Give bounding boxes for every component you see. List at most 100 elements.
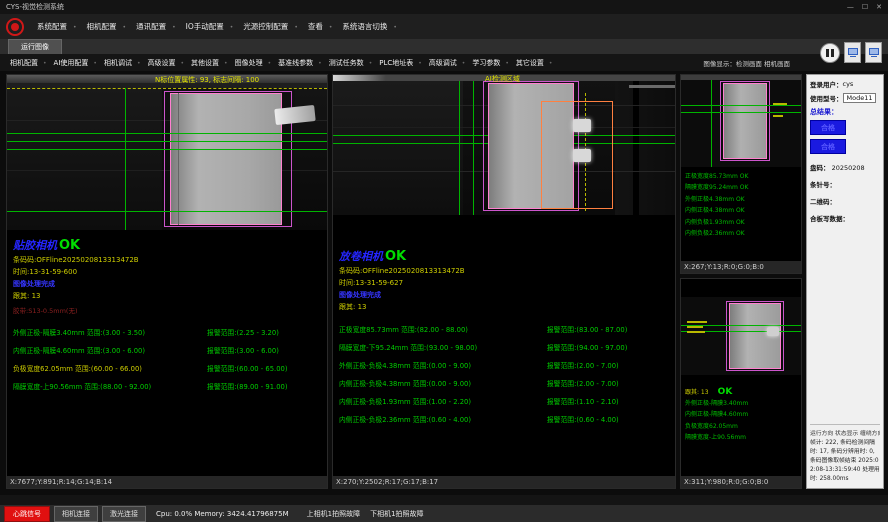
- result-ok-badge: OK: [385, 249, 406, 264]
- field-label: 盘码：: [810, 164, 830, 172]
- process-status-line: 图像处理完成: [13, 279, 321, 289]
- alarm-range: 报警范围:(2.00 - 7.00): [547, 360, 669, 370]
- menu-item[interactable]: 系统语言切换: [339, 19, 400, 34]
- menu-item[interactable]: 查看: [305, 19, 336, 34]
- total-result-label: 总结果：: [810, 107, 880, 117]
- thumb-measure-line: 外侧正极4.38mm OK: [685, 194, 797, 205]
- toolbar-item[interactable]: PLC地址表: [377, 57, 424, 69]
- tab-connector: [767, 327, 779, 336]
- yellow-marker: [773, 103, 787, 105]
- yellow-marker: [773, 115, 783, 117]
- toolbar-item[interactable]: 学习参数: [470, 57, 511, 69]
- sidebar-field: 合板写数据：: [810, 213, 880, 223]
- monitor-icon: [869, 48, 879, 55]
- measurement-value: 隔膜宽度-下95.24mm 范围:(93.00 - 98.00): [339, 342, 547, 352]
- toolbar-item[interactable]: 相机配置: [8, 57, 49, 69]
- thumb-image-1: [681, 75, 801, 167]
- machine-gap: [633, 81, 639, 215]
- count-line: 跟其: 13: [13, 291, 321, 301]
- tab-strip: 运行图像: [0, 39, 888, 54]
- toolbar-item[interactable]: 高级调试: [427, 57, 468, 69]
- alarm-range: 报警范围:(60.00 - 65.00): [207, 363, 321, 373]
- result-ok-badge: OK: [718, 387, 733, 397]
- thumb-measure-line: 隔膜宽度95.24mm OK: [685, 182, 797, 193]
- yellow-marker: [687, 321, 707, 323]
- green-measure-line: [7, 141, 327, 142]
- menu-item[interactable]: 光源控制配置: [240, 19, 301, 34]
- thumbnail-view-2[interactable]: 跟其: 13 OK 外侧正极-隔膜3.40mm内侧正极-隔膜4.60mm负极宽度…: [680, 278, 802, 489]
- measurement-row: 内侧正极-隔膜4.60mm 范围:(3.00 - 6.00) 报警范围:(3.0…: [13, 345, 321, 355]
- toolbar-item[interactable]: 其他设置: [189, 57, 230, 69]
- thumb-measure-lines: 正极宽度85.73mm OK隔膜宽度95.24mm OK外侧正极4.38mm O…: [681, 167, 801, 261]
- machine-rail: [681, 75, 801, 80]
- model-select[interactable]: Mode11: [843, 93, 877, 103]
- toolbar-item[interactable]: 其它设置: [514, 57, 555, 69]
- green-guide-line: [125, 88, 126, 230]
- measurement-value: 外侧正极-隔膜3.40mm 范围:(3.00 - 3.50): [13, 327, 207, 337]
- toolbar-item[interactable]: 基准线参数: [276, 57, 324, 69]
- alarm-range: 报警范围:(2.25 - 3.20): [207, 327, 321, 337]
- top-icon-buttons: [820, 42, 882, 63]
- menu-item[interactable]: IO手动配置: [183, 19, 237, 34]
- maximize-button[interactable]: ☐: [862, 3, 868, 11]
- camera-title: 放卷相机: [339, 250, 383, 263]
- app-logo-icon: [6, 18, 24, 36]
- menu-item[interactable]: 相机配置: [84, 19, 130, 34]
- green-guide-line: [473, 81, 474, 215]
- measurement-row: 内侧正极-负极1.93mm 范围:(1.00 - 2.20) 报警范围:(1.1…: [339, 396, 669, 406]
- menu-item[interactable]: 通讯配置: [133, 19, 179, 34]
- thumb-measure-line: 外侧正极-隔膜3.40mm: [685, 398, 797, 409]
- menu-item[interactable]: 系统配置: [34, 19, 80, 34]
- result-text-right: 放卷相机OK 条码码:OFFline2025020813313472B 时间:1…: [333, 215, 675, 476]
- camera-connect-button[interactable]: 相机连接: [54, 506, 98, 522]
- tab-run-image[interactable]: 运行图像: [8, 39, 62, 54]
- toolbar-item[interactable]: 测试任务数: [327, 57, 375, 69]
- battery-cell-region: [170, 93, 282, 225]
- thumbnail-view-1[interactable]: 正极宽度85.73mm OK隔膜宽度95.24mm OK外侧正极4.38mm O…: [680, 74, 802, 274]
- green-measure-line: [681, 112, 801, 113]
- thumb-measure-line: 正极宽度85.73mm OK: [685, 171, 797, 182]
- pixel-coordinate-bar: X:267;Y:13;R:0;G:0;B:0: [681, 261, 801, 273]
- toolbar-item[interactable]: AI使用配置: [52, 57, 99, 69]
- close-button[interactable]: ✕: [876, 3, 882, 11]
- thumb-measure-line: 内侧正极4.38mm OK: [685, 205, 797, 216]
- green-measure-line: [7, 149, 327, 150]
- result-box: 合格: [810, 120, 846, 135]
- toolbar-item[interactable]: 图像处理: [233, 57, 274, 69]
- measurement-value: 内侧正极-负极1.93mm 范围:(1.00 - 2.20): [339, 396, 547, 406]
- toolbar-item[interactable]: 高级设置: [146, 57, 187, 69]
- pause-button[interactable]: [820, 43, 840, 63]
- view-mode-label: 图像显示：检测画面 相机画面: [703, 58, 790, 68]
- stats-header: 运行方向 状态显示 缠绕方向: [810, 428, 880, 437]
- result-text-left: 贴胶相机OK 条码码:OFFline2025020813313472B 时间:1…: [7, 230, 327, 476]
- thumb-measure-line: 隔膜宽度-上90.56mm: [685, 432, 797, 443]
- heartbeat-button[interactable]: 心跳信号: [4, 506, 50, 522]
- yellow-marker: [687, 331, 705, 333]
- camera-view-left[interactable]: N标位置属性: 93, 标志间隔: 100: [7, 75, 327, 230]
- window-title: CYS-视觉检测系统: [6, 2, 64, 12]
- battery-cell-region: [723, 83, 767, 159]
- sidebar-field: 盘码： 20250208: [810, 162, 880, 172]
- minimize-button[interactable]: —: [847, 3, 854, 11]
- camera-view-1-button[interactable]: [844, 42, 861, 63]
- green-guide-line: [711, 80, 712, 167]
- app-window: CYS-视觉检测系统 — ☐ ✕ 系统配置相机配置通讯配置IO手动配置光源控制配…: [0, 0, 888, 522]
- thumb-measure-line: 负极宽度62.05mm: [685, 421, 797, 432]
- laser-connect-button[interactable]: 激光连接: [102, 506, 146, 522]
- count-line: 跟其: 13: [339, 302, 669, 312]
- camera-view-2-button[interactable]: [865, 42, 882, 63]
- monitor-icon: [848, 48, 858, 55]
- warning-lower-camera: 下相机1拍照故障: [370, 509, 423, 519]
- measurement-row: 正极宽度85.73mm 范围:(82.00 - 88.00) 报警范围:(83.…: [339, 324, 669, 334]
- toolbar-item[interactable]: 相机调试: [102, 57, 143, 69]
- title-bar: CYS-视觉检测系统 — ☐ ✕: [0, 0, 888, 14]
- cell-edge-line: [178, 93, 179, 225]
- alarm-range: 报警范围:(1.10 - 2.10): [547, 396, 669, 406]
- extra-info-line: 胶带:S13-0.5mm(无): [13, 305, 321, 315]
- measurement-value: 外侧正极-负极4.38mm 范围:(0.00 - 9.00): [339, 360, 547, 370]
- measurement-row: 负极宽度62.05mm 范围:(60.00 - 66.00) 报警范围:(60.…: [13, 363, 321, 373]
- yellow-guide-line: [7, 88, 327, 89]
- field-label: 合板写数据：: [810, 215, 849, 223]
- camera-view-right[interactable]: AI检测区域: [333, 75, 675, 215]
- toolbar: 相机配置AI使用配置相机调试高级设置其他设置图像处理基准线参数测试任务数PLC地…: [0, 54, 888, 71]
